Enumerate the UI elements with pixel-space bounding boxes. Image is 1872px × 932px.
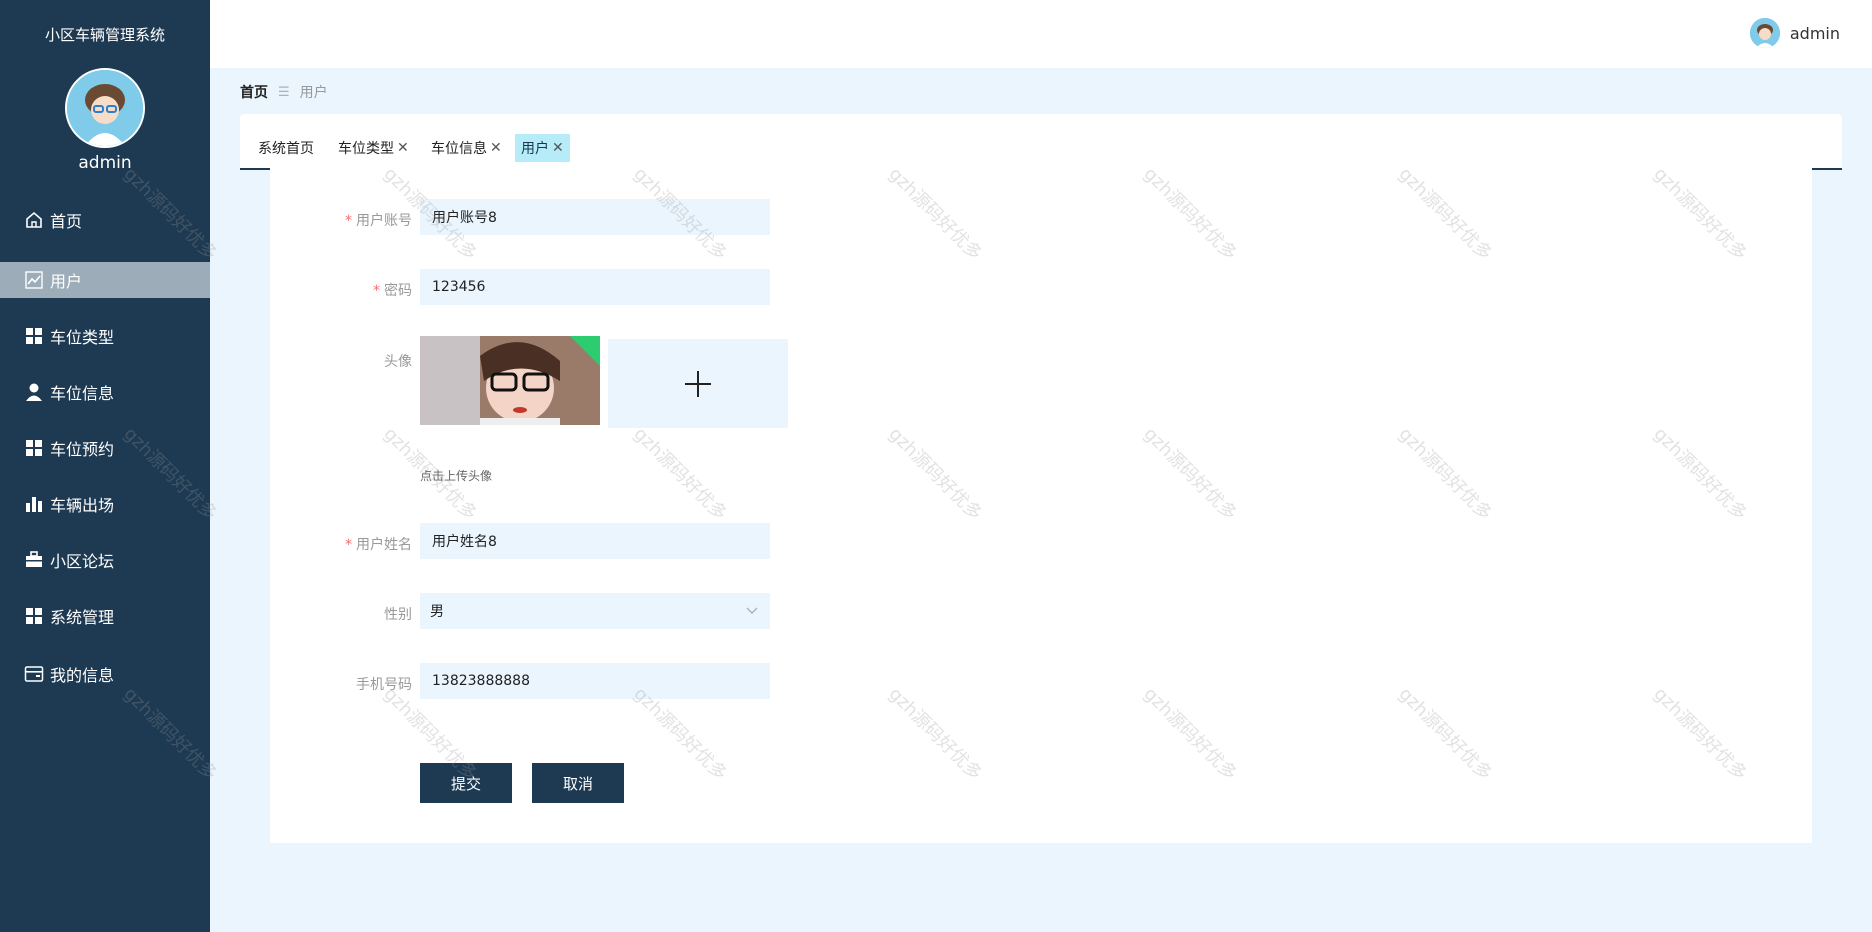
cancel-button[interactable]: 取消: [532, 763, 624, 803]
sidebar-item-reservation[interactable]: 车位预约: [0, 430, 210, 466]
top-header: admin: [210, 0, 1872, 68]
sidebar-item-user[interactable]: 用户: [0, 262, 210, 298]
close-icon[interactable]: ✕: [490, 140, 502, 156]
bar-chart-icon: [24, 494, 44, 514]
plus-icon: [685, 370, 711, 397]
tab-label: 车位类型: [338, 141, 394, 157]
briefcase-icon: [24, 550, 44, 570]
password-label: * 密码: [373, 283, 412, 299]
avatar-label: 头像: [384, 354, 412, 370]
name-input[interactable]: 用户姓名8: [420, 523, 770, 559]
home-icon: [24, 210, 44, 230]
tab-parking-info[interactable]: 车位信息 ✕: [425, 134, 508, 162]
avatar: [1749, 18, 1780, 48]
account-input[interactable]: 用户账号8: [420, 199, 770, 235]
card-icon: [24, 664, 44, 684]
sidebar-item-label: 车位预约: [50, 440, 115, 459]
avatar-preview[interactable]: [420, 336, 600, 425]
sidebar-item-label: 车位信息: [50, 384, 115, 403]
phone-input[interactable]: 13823888888: [420, 663, 770, 699]
sidebar-item-label: 车辆出场: [50, 496, 115, 515]
grid-icon: [24, 326, 44, 346]
tabs-bar: 系统首页 车位类型 ✕ 车位信息 ✕ 用户 ✕: [240, 114, 1842, 170]
tab-label: 用户: [521, 141, 549, 157]
avatar[interactable]: [65, 68, 145, 148]
breadcrumb-current: 用户: [299, 85, 328, 101]
menu-icon: ☰: [278, 84, 290, 100]
sidebar-item-label: 我的信息: [50, 666, 115, 685]
top-username: admin: [1789, 23, 1840, 43]
close-icon[interactable]: ✕: [397, 140, 409, 156]
avatar-upload-tip: 点击上传头像: [420, 469, 493, 483]
chevron-down-icon: [746, 603, 758, 619]
user-menu[interactable]: admin: [1749, 18, 1840, 48]
required-mark: *: [373, 283, 380, 299]
grid-icon: [24, 606, 44, 626]
breadcrumb-home[interactable]: 首页: [240, 82, 268, 102]
tab-label: 系统首页: [258, 141, 314, 157]
sidebar-item-home[interactable]: 首页: [0, 202, 210, 238]
sidebar-item-vehicle-exit[interactable]: 车辆出场: [0, 486, 210, 522]
sidebar-item-label: 小区论坛: [50, 552, 115, 571]
sidebar-item-label: 首页: [50, 212, 83, 231]
account-label: * 用户账号: [345, 213, 412, 229]
gender-value: 男: [430, 604, 444, 620]
phone-label: 手机号码: [356, 677, 412, 693]
app-title: 小区车辆管理系统: [44, 26, 165, 44]
sidebar-item-parking-type[interactable]: 车位类型: [0, 318, 210, 354]
sidebar: 小区车辆管理系统 admin 首页 用户 车位类型 车位信息 车位预约 车辆出场…: [0, 0, 210, 932]
person-icon: [24, 382, 44, 402]
sidebar-item-my-info[interactable]: 我的信息: [0, 656, 210, 692]
close-icon[interactable]: ✕: [552, 140, 564, 156]
sidebar-item-label: 系统管理: [50, 608, 115, 627]
sidebar-item-parking-info[interactable]: 车位信息: [0, 374, 210, 410]
required-mark: *: [345, 213, 352, 229]
avatar-upload-button[interactable]: [608, 339, 788, 428]
sidebar-item-system[interactable]: 系统管理: [0, 598, 210, 634]
required-mark: *: [345, 537, 352, 553]
sidebar-item-label: 车位类型: [50, 328, 115, 347]
sidebar-item-forum[interactable]: 小区论坛: [0, 542, 210, 578]
breadcrumb: 首页 ☰ 用户: [240, 82, 328, 102]
submit-button[interactable]: 提交: [420, 763, 512, 803]
tab-user[interactable]: 用户 ✕: [515, 134, 570, 162]
sidebar-username: admin: [78, 153, 132, 173]
tab-parking-type[interactable]: 车位类型 ✕: [332, 134, 415, 162]
line-chart-icon: [24, 270, 44, 290]
name-label: * 用户姓名: [345, 537, 412, 553]
gender-label: 性别: [384, 607, 412, 623]
tab-home[interactable]: 系统首页: [252, 134, 320, 162]
gender-select[interactable]: 男: [420, 593, 770, 629]
tab-label: 车位信息: [431, 141, 487, 157]
password-input[interactable]: 123456: [420, 269, 770, 305]
grid-icon: [24, 438, 44, 458]
sidebar-item-label: 用户: [50, 272, 83, 291]
